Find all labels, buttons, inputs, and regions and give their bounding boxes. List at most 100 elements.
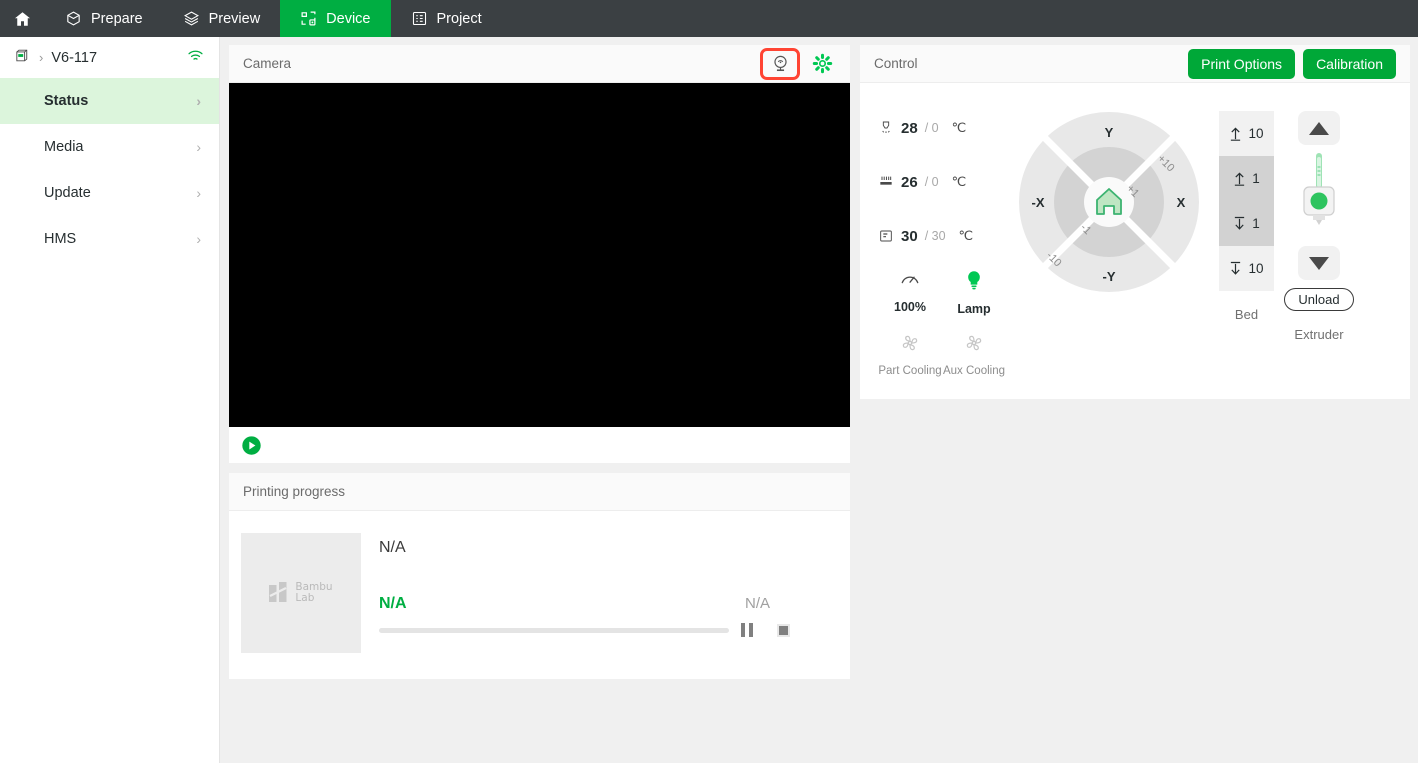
gear-icon xyxy=(812,53,832,74)
bed-icon xyxy=(880,176,892,185)
lamp-control[interactable]: Lamp xyxy=(942,269,1006,316)
play-icon xyxy=(242,435,261,455)
bed-temperature-row[interactable]: 26 / 0 ℃ xyxy=(878,155,1006,209)
tab-project[interactable]: Project xyxy=(391,0,502,37)
left-column: Camera Printing progress Bambu Lab N/A N… xyxy=(229,45,850,755)
tab-device[interactable]: Device xyxy=(280,0,391,37)
sidebar-item-media[interactable]: Media › xyxy=(0,124,219,170)
printing-progress-panel: Printing progress Bambu Lab N/A N/A N/A xyxy=(229,473,850,679)
camera-playback-bar xyxy=(229,427,850,463)
print-options-button[interactable]: Print Options xyxy=(1188,48,1296,79)
nozzle-temperature-row[interactable]: 28 / 0 ℃ xyxy=(878,101,1006,155)
chamber-temp-target: / 30 xyxy=(924,229,946,243)
printer-icon xyxy=(14,47,31,69)
extruder-retract-button[interactable] xyxy=(1298,111,1340,145)
webcam-icon xyxy=(773,55,787,72)
job-thumbnail: Bambu Lab xyxy=(241,533,361,653)
tab-prepare-label: Prepare xyxy=(91,10,143,27)
camera-panel-title: Camera xyxy=(243,56,292,71)
progress-percent: N/A xyxy=(379,595,407,612)
bambu-logo-mark xyxy=(269,581,287,602)
bed-step-value: 10 xyxy=(1248,126,1264,141)
chamber-temperature-row[interactable]: 30 / 30 ℃ xyxy=(878,209,1006,263)
camera-panel: Camera xyxy=(229,45,850,463)
chamber-temp-unit: ℃ xyxy=(958,228,974,243)
right-column: Control Print Options Calibration 28 / 0… xyxy=(860,45,1410,755)
bed-up-10-button[interactable]: 10 xyxy=(1219,111,1274,156)
control-panel-body: 28 / 0 ℃ 26 / 0 ℃ 30 / 30 ℃ 100% Lamp Pa… xyxy=(860,83,1410,399)
extruder-extrude-button[interactable] xyxy=(1298,246,1340,280)
fan-icon xyxy=(966,335,982,351)
nozzle-icon xyxy=(882,121,890,133)
bed-down-1-button[interactable]: 1 xyxy=(1219,201,1274,246)
camera-settings-button[interactable] xyxy=(808,50,836,78)
control-panel: Control Print Options Calibration 28 / 0… xyxy=(860,45,1410,399)
breadcrumb-separator: › xyxy=(39,50,44,65)
axis-label-x: X xyxy=(1176,195,1185,210)
progress-stats: N/A N/A xyxy=(379,595,832,613)
tab-preview-label: Preview xyxy=(208,10,261,27)
triangle-up-icon xyxy=(1309,121,1329,135)
progress-bar-row xyxy=(379,623,832,637)
triangle-down-icon xyxy=(1309,256,1329,270)
progress-details: N/A N/A N/A xyxy=(379,533,832,653)
sidebar-item-status[interactable]: Status › xyxy=(0,78,219,124)
stop-button[interactable] xyxy=(765,623,801,637)
bed-control-column: 10 1 1 10 Bed xyxy=(1219,101,1274,377)
axis-control-wheel: Y -Y X -X +10 +1 -1 -10 xyxy=(1018,111,1200,293)
unload-filament-button[interactable]: Unload xyxy=(1284,288,1354,311)
axis-label-neg-y: -Y xyxy=(1102,269,1115,284)
device-breadcrumb[interactable]: › V6-117 xyxy=(0,37,219,78)
bed-up-1-button[interactable]: 1 xyxy=(1219,156,1274,201)
nozzle-temp-current: 28 xyxy=(901,119,918,137)
camera-video-feed[interactable] xyxy=(229,83,850,427)
calibration-button[interactable]: Calibration xyxy=(1303,48,1396,79)
play-button[interactable] xyxy=(241,435,262,456)
chamber-icon xyxy=(880,230,892,242)
arrow-down-bar-icon xyxy=(1235,216,1245,230)
pause-icon xyxy=(741,623,753,637)
print-speed-control[interactable]: 100% xyxy=(878,269,942,316)
chevron-right-icon: › xyxy=(196,93,201,109)
axis-label-neg-x: -X xyxy=(1031,195,1044,210)
bed-down-10-button[interactable]: 10 xyxy=(1219,246,1274,291)
aux-cooling-fan-control[interactable]: Aux Cooling xyxy=(942,332,1006,377)
sidebar-item-update[interactable]: Update › xyxy=(0,170,219,216)
home-button[interactable] xyxy=(0,0,45,37)
control-panel-header: Control Print Options Calibration xyxy=(860,45,1410,83)
progress-panel-header: Printing progress xyxy=(229,473,850,511)
control-header-actions: Print Options Calibration xyxy=(1188,48,1396,79)
arrow-up-bar-icon xyxy=(1235,172,1245,186)
tab-prepare[interactable]: Prepare xyxy=(45,0,163,37)
bambu-lab-logo: Bambu Lab xyxy=(269,581,333,605)
speed-gauge-icon xyxy=(901,276,919,284)
tab-preview[interactable]: Preview xyxy=(163,0,281,37)
part-cooling-fan-control[interactable]: Part Cooling xyxy=(878,332,942,377)
top-navigation-bar: Prepare Preview Device Project xyxy=(0,0,1418,37)
chevron-right-icon: › xyxy=(196,139,201,155)
webcam-button[interactable] xyxy=(760,47,800,80)
chevron-right-icon: › xyxy=(196,185,201,201)
device-icon xyxy=(300,10,317,27)
arrow-up-bar-icon xyxy=(1231,127,1241,141)
progress-bar xyxy=(379,627,729,633)
nozzle-temp-unit: ℃ xyxy=(951,120,967,135)
aux-cooling-label: Aux Cooling xyxy=(942,365,1005,377)
stop-icon xyxy=(776,623,790,637)
axis-wheel-svg: Y -Y X -X +10 +1 -1 -10 xyxy=(1018,112,1199,292)
progress-panel-body: Bambu Lab N/A N/A N/A xyxy=(229,511,850,679)
fan-icon xyxy=(902,335,918,351)
tab-device-label: Device xyxy=(326,10,371,27)
sidebar-item-hms[interactable]: HMS › xyxy=(0,216,219,262)
bed-temp-unit: ℃ xyxy=(951,174,967,189)
part-cooling-label: Part Cooling xyxy=(878,365,942,377)
extruder-svg xyxy=(1303,153,1335,225)
bed-step-value: 10 xyxy=(1248,261,1264,276)
pause-button[interactable] xyxy=(729,623,765,637)
sidebar-item-label: Media xyxy=(44,139,84,155)
extruder-icon xyxy=(1296,153,1342,236)
progress-panel-title: Printing progress xyxy=(243,484,346,499)
bed-column-label: Bed xyxy=(1234,307,1259,322)
extruder-column-label: Extruder xyxy=(1294,327,1344,342)
bambu-logo-text: Bambu Lab xyxy=(295,582,332,604)
